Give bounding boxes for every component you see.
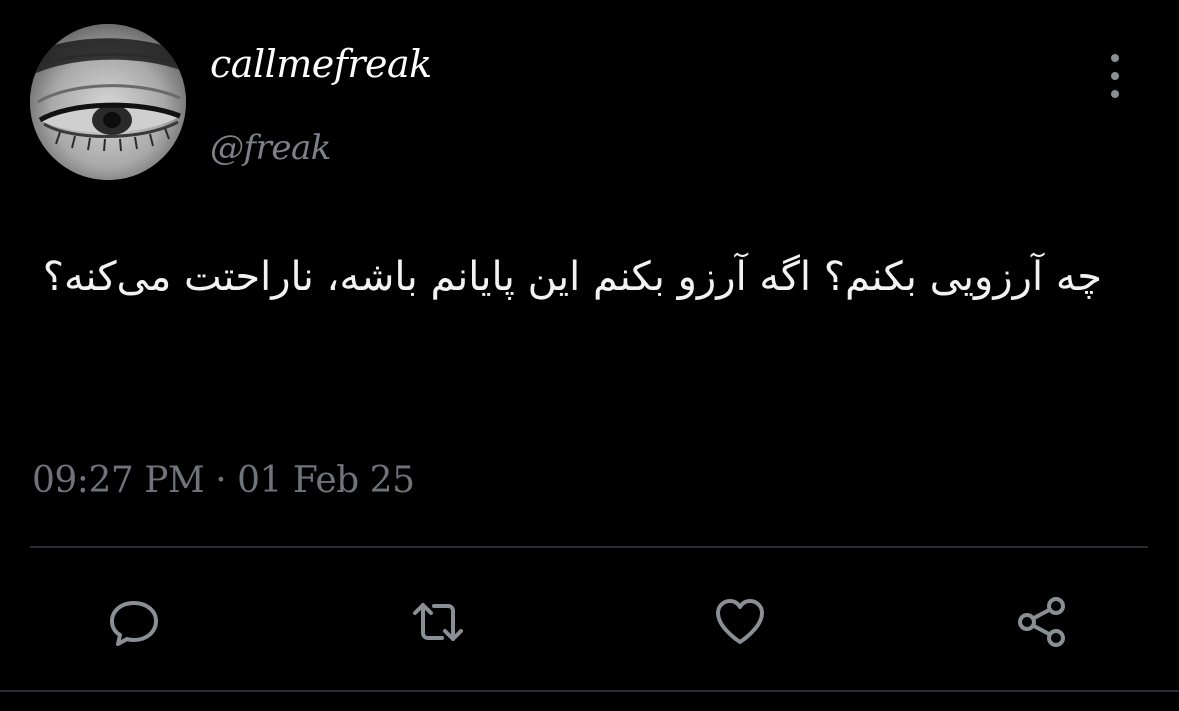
heart-icon [716, 599, 764, 644]
more-dot [1111, 54, 1119, 62]
divider [30, 546, 1148, 548]
more-options-button[interactable] [1100, 54, 1130, 98]
avatar[interactable] [30, 24, 186, 180]
tweet-timestamp: 09:27 PM · 01 Feb 25 [32, 460, 415, 501]
more-dot [1111, 90, 1119, 98]
share-button[interactable] [1012, 592, 1072, 652]
speech-bubble-icon [110, 601, 158, 646]
like-button[interactable] [710, 592, 770, 652]
more-dot [1111, 72, 1119, 80]
tweet-text: چه آرزویی بکنم؟ اگه آرزو بکنم این پایانم… [42, 254, 1102, 300]
retweet-icon [413, 603, 463, 641]
user-handle[interactable]: @freak [210, 128, 331, 168]
share-icon [1018, 597, 1065, 647]
display-name[interactable]: callmefreak [210, 42, 432, 86]
reply-button[interactable] [104, 592, 164, 652]
divider [0, 690, 1179, 692]
eye-avatar-image [30, 24, 186, 180]
retweet-button[interactable] [408, 592, 468, 652]
